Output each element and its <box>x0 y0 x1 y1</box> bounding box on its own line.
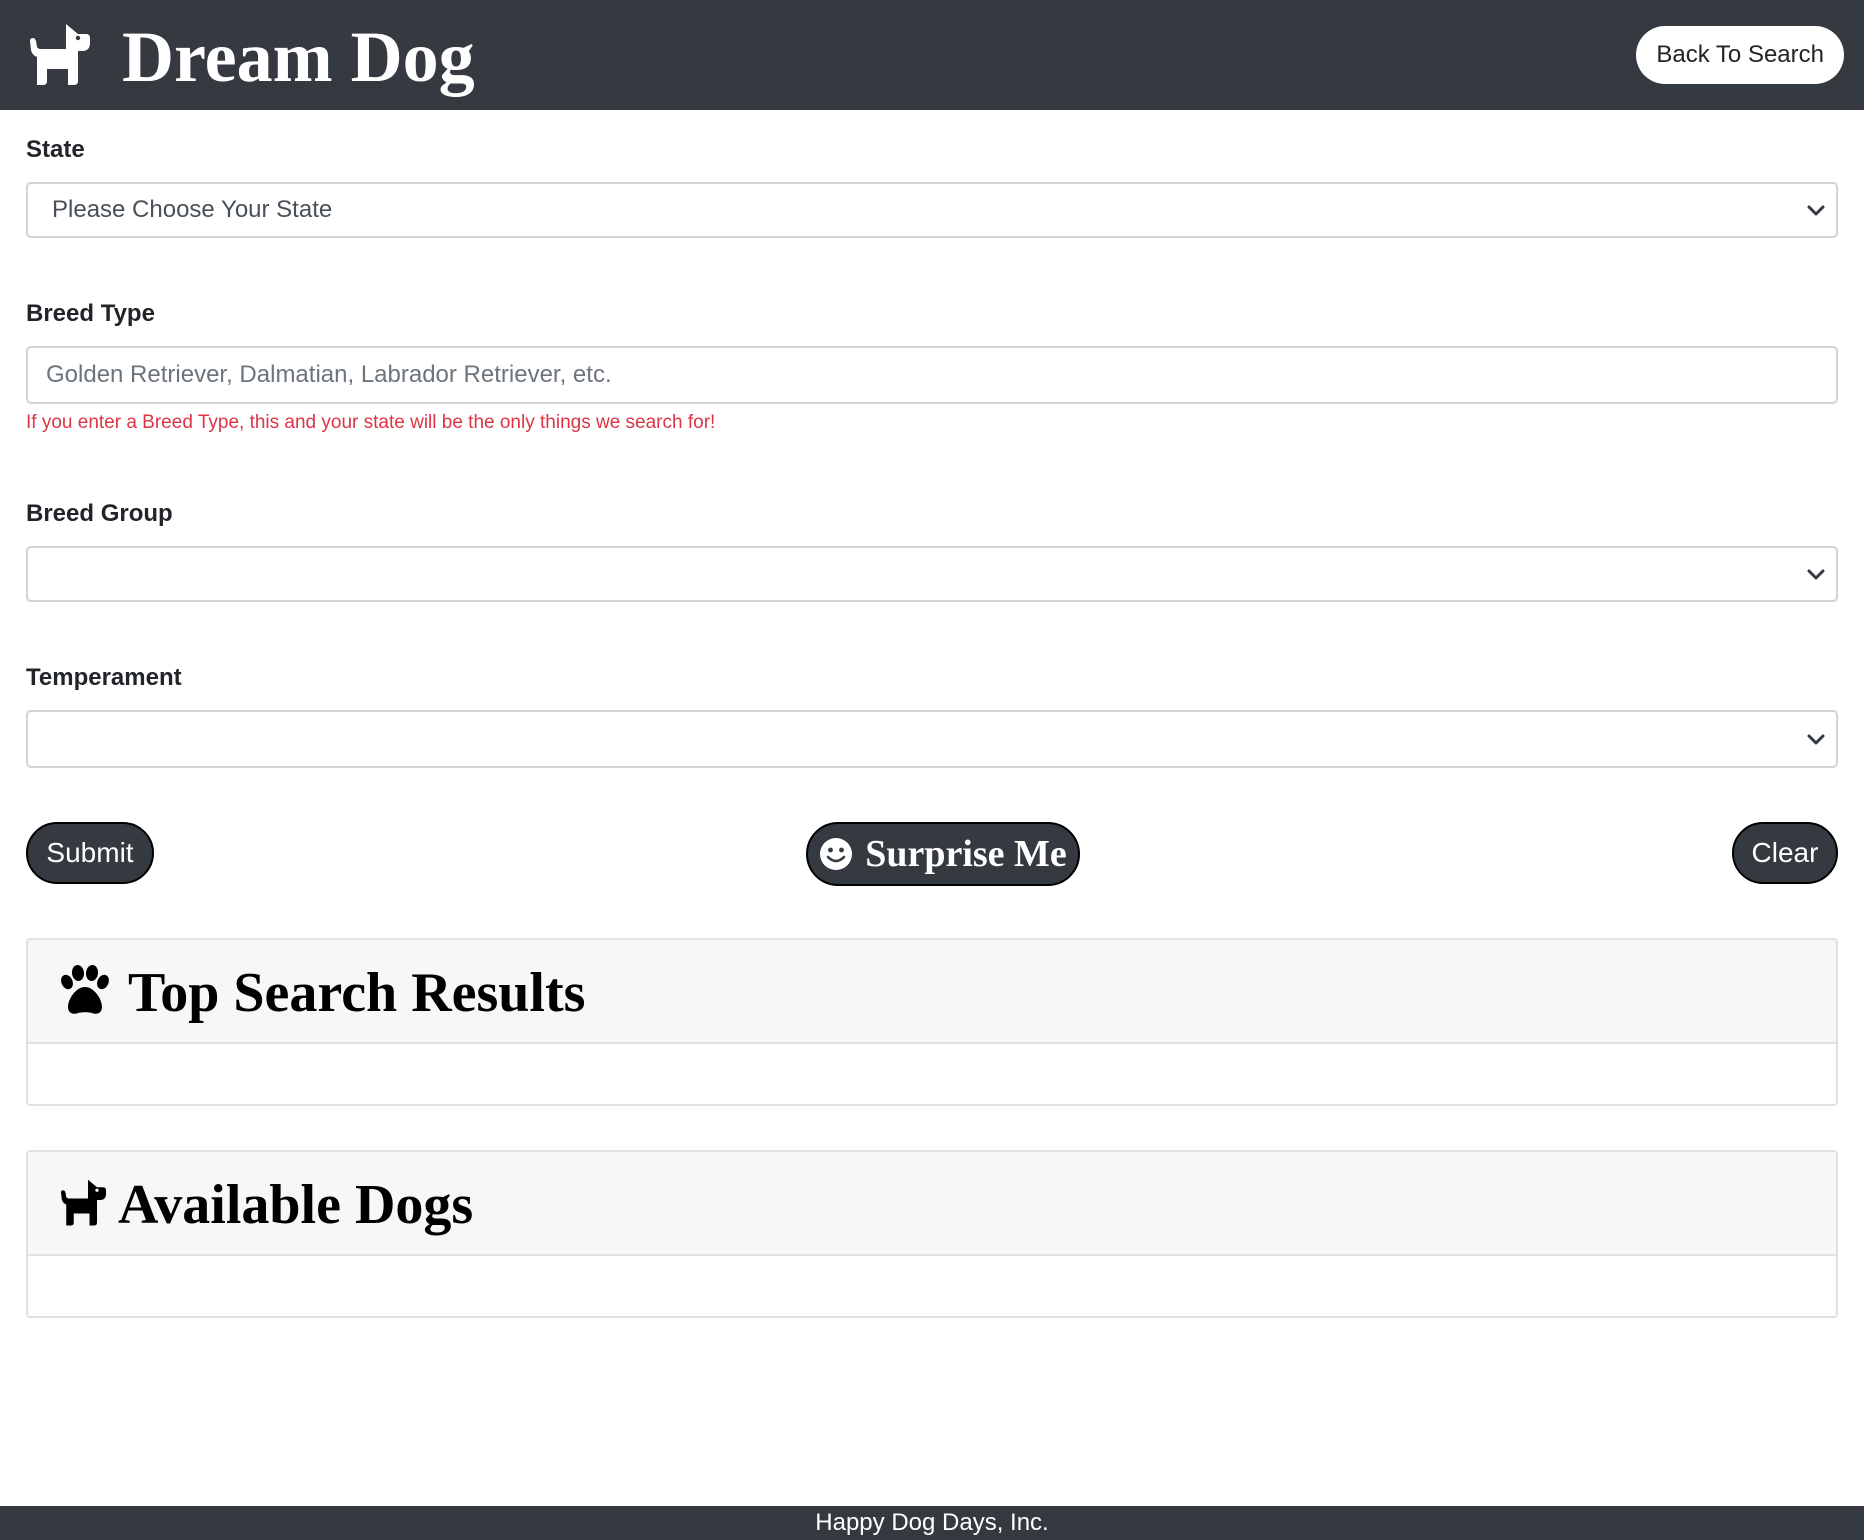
top-search-results-card: Top Search Results <box>26 938 1838 1106</box>
temperament-select[interactable] <box>26 710 1838 768</box>
state-label: State <box>26 136 85 163</box>
surprise-me-button[interactable]: Surprise Me <box>806 822 1080 886</box>
chevron-down-icon <box>1804 562 1828 586</box>
dog-icon <box>56 1176 114 1230</box>
breed-group-label: Breed Group <box>26 500 173 527</box>
breed-type-label: Breed Type <box>26 300 155 327</box>
available-dogs-header: Available Dogs <box>28 1152 1836 1256</box>
top-search-results-body <box>28 1044 1836 1104</box>
surprise-me-label: Surprise Me <box>865 833 1067 875</box>
brand[interactable]: Dream Dog <box>26 17 475 97</box>
temperament-label: Temperament <box>26 664 182 691</box>
back-to-search-button[interactable]: Back To Search <box>1636 26 1844 84</box>
chevron-down-icon <box>1804 198 1828 222</box>
breed-type-hint: If you enter a Breed Type, this and your… <box>26 412 716 433</box>
paw-icon <box>56 965 114 1017</box>
smile-icon <box>819 837 853 871</box>
breed-group-select[interactable] <box>26 546 1838 602</box>
footer: Happy Dog Days, Inc. <box>0 1506 1864 1540</box>
state-select[interactable]: Please Choose Your State <box>26 182 1838 238</box>
available-dogs-card: Available Dogs <box>26 1150 1838 1318</box>
submit-button[interactable]: Submit <box>26 822 154 884</box>
state-select-value: Please Choose Your State <box>52 196 333 223</box>
dog-icon <box>26 19 98 91</box>
available-dogs-body <box>28 1256 1836 1316</box>
navbar: Dream Dog Back To Search <box>0 0 1864 110</box>
top-search-results-header: Top Search Results <box>28 940 1836 1044</box>
top-search-results-title: Top Search Results <box>128 962 586 1024</box>
brand-title: Dream Dog <box>122 17 475 97</box>
available-dogs-title: Available Dogs <box>118 1174 474 1236</box>
clear-button[interactable]: Clear <box>1732 822 1838 884</box>
footer-text: Happy Dog Days, Inc. <box>815 1509 1049 1536</box>
breed-type-input[interactable] <box>26 346 1838 404</box>
chevron-down-icon <box>1804 727 1828 751</box>
